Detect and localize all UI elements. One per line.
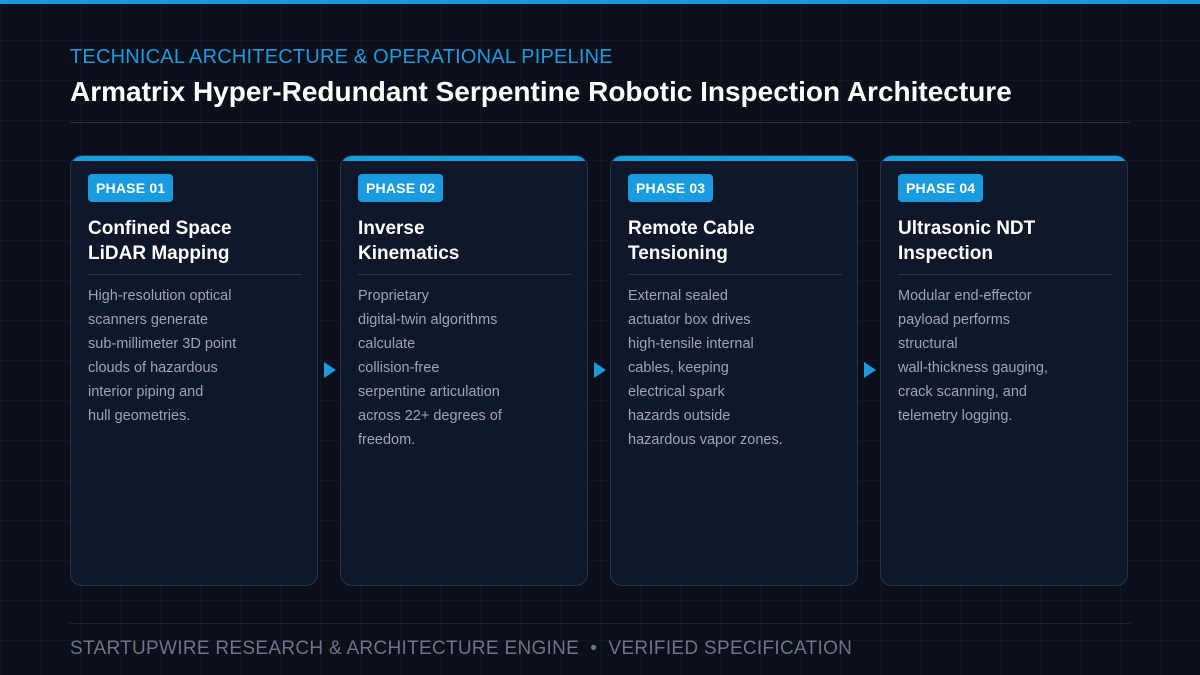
phase-title: Remote Cable Tensioning <box>628 218 755 264</box>
phase-description: External sealed actuator box drives high… <box>628 288 783 448</box>
top-accent-bar <box>0 0 1200 4</box>
phase-divider <box>358 274 572 275</box>
phase-card-4: PHASE 04 Ultrasonic NDT Inspection Modul… <box>880 155 1128 586</box>
phase-card-accent <box>341 156 587 161</box>
footer-label: STARTUPWIRE RESEARCH & ARCHITECTURE ENGI… <box>70 638 853 659</box>
triangle-right-icon <box>594 362 606 378</box>
phase-divider <box>628 274 842 275</box>
phase-card-1: PHASE 01 Confined Space LiDAR Mapping Hi… <box>70 155 318 586</box>
triangle-right-icon <box>864 362 876 378</box>
page-title: Armatrix Hyper-Redundant Serpentine Robo… <box>70 76 1012 107</box>
header-divider <box>70 122 1130 123</box>
phase-title: Confined Space LiDAR Mapping <box>88 218 232 264</box>
phase-card-accent <box>611 156 857 161</box>
phase-description: Proprietary digital-twin algorithms calc… <box>358 288 502 448</box>
phase-divider <box>898 274 1112 275</box>
phase-divider <box>88 274 302 275</box>
eyebrow-label: TECHNICAL ARCHITECTURE & OPERATIONAL PIP… <box>70 46 613 68</box>
phase-badge: PHASE 03 <box>628 174 714 202</box>
phase-card-3: PHASE 03 Remote Cable Tensioning Externa… <box>610 155 858 586</box>
phase-card-2: PHASE 02 Inverse Kinematics Proprietary … <box>340 155 588 586</box>
phase-card-accent <box>881 156 1127 161</box>
phase-card-accent <box>71 156 317 161</box>
phase-description: High-resolution optical scanners generat… <box>88 288 237 424</box>
phase-badge: PHASE 04 <box>898 174 984 202</box>
phase-badge: PHASE 02 <box>358 174 444 202</box>
triangle-right-icon <box>324 362 336 378</box>
phase-title: Inverse Kinematics <box>358 218 460 264</box>
phase-title: Ultrasonic NDT Inspection <box>898 218 1036 264</box>
phase-description: Modular end-effector payload performs st… <box>898 288 1048 424</box>
footer-divider <box>70 623 1130 624</box>
phase-badge: PHASE 01 <box>88 174 174 202</box>
